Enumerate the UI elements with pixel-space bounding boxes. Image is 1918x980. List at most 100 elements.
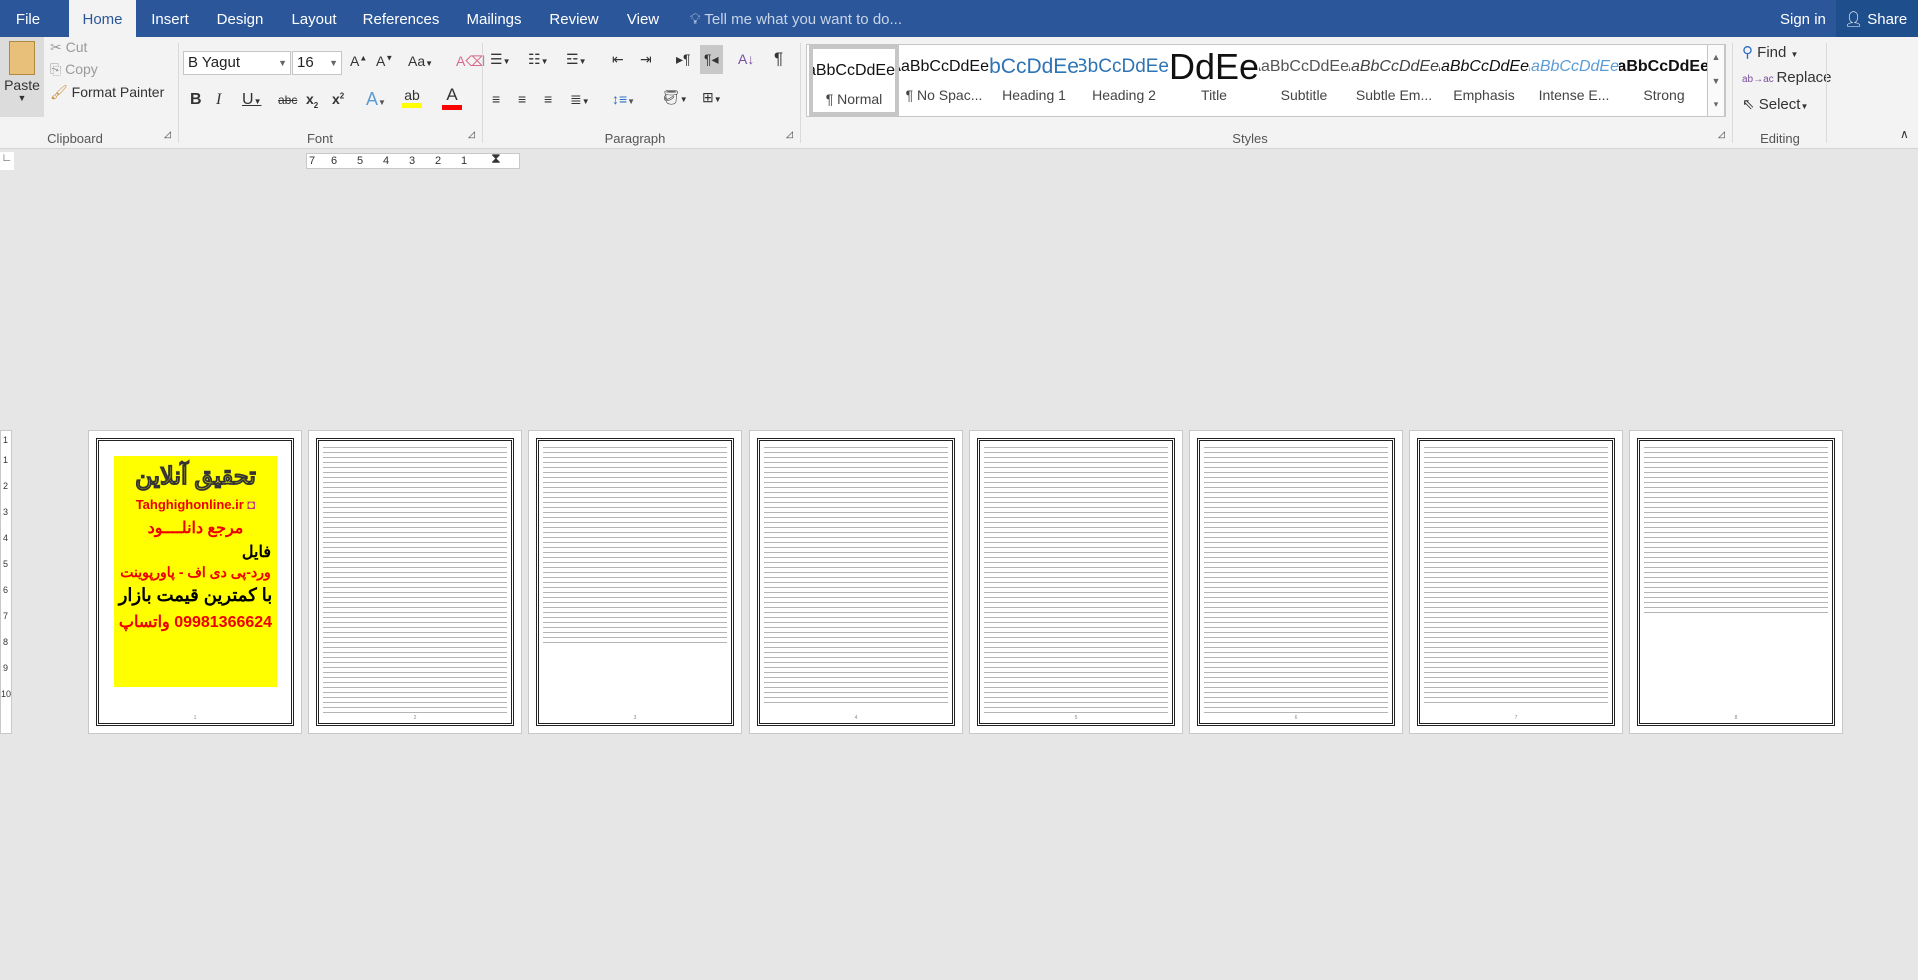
style-no-spacing[interactable]: AaBbCcDdEe ¶ No Spac... bbox=[899, 45, 989, 116]
font-dialog-launcher[interactable]: ◿ bbox=[468, 129, 475, 140]
sort-icon[interactable]: A↓ bbox=[738, 51, 754, 67]
select-button[interactable]: ⇖ Select▼ bbox=[1742, 95, 1808, 113]
page-text bbox=[1424, 447, 1608, 707]
numbering-icon[interactable]: ☷▼ bbox=[528, 51, 548, 68]
collapse-ribbon-icon[interactable]: ∧ bbox=[1900, 127, 1909, 141]
tab-design[interactable]: Design bbox=[212, 0, 268, 37]
more-styles-icon[interactable]: ▾ bbox=[1708, 93, 1724, 116]
vertical-ruler[interactable]: 1 1 2 3 4 5 6 7 8 9 10 bbox=[0, 430, 12, 734]
scroll-up-icon[interactable]: ▲ bbox=[1708, 45, 1724, 69]
shading-icon[interactable]: 🪣︎▼ bbox=[662, 89, 688, 106]
page-2[interactable]: 2 bbox=[308, 430, 522, 734]
page-6[interactable]: 6 bbox=[1189, 430, 1403, 734]
cover-advertisement: تحقیق آنلاین Tahghighonline.ir ◘ مرجع دا… bbox=[114, 456, 277, 687]
share-button[interactable]: 👤︎ Share bbox=[1836, 0, 1918, 37]
style-intense-emphasis[interactable]: AaBbCcDdEe Intense E... bbox=[1529, 45, 1619, 116]
bullets-icon[interactable]: ☰▼ bbox=[490, 51, 510, 68]
format-painter-button[interactable]: 🖌︎ Format Painter bbox=[50, 84, 164, 101]
font-color-icon[interactable]: A bbox=[442, 85, 462, 110]
page-text bbox=[543, 447, 727, 643]
instagram-icon: ◘ bbox=[247, 497, 256, 512]
styles-scrollbar[interactable]: ▲ ▼ ▾ bbox=[1707, 44, 1725, 117]
strikethrough-icon[interactable]: abc bbox=[278, 93, 297, 107]
person-icon: 👤︎ bbox=[1844, 11, 1864, 28]
superscript-icon[interactable]: x2 bbox=[332, 91, 344, 107]
ltr-icon[interactable]: ▸¶ bbox=[676, 51, 691, 68]
multilevel-list-icon[interactable]: ☲▼ bbox=[566, 51, 586, 68]
tab-layout[interactable]: Layout bbox=[288, 0, 340, 37]
italic-icon[interactable]: I bbox=[216, 91, 221, 109]
page-4[interactable]: 4 bbox=[749, 430, 963, 734]
divider bbox=[800, 43, 801, 143]
increase-indent-icon[interactable]: ⇥ bbox=[640, 51, 652, 68]
page-3[interactable]: 3 bbox=[528, 430, 742, 734]
style-heading-1[interactable]: AaBbCcDdEeHeading 1 bbox=[989, 45, 1079, 116]
page-text bbox=[323, 447, 507, 713]
tab-review[interactable]: Review bbox=[548, 0, 600, 37]
indent-marker[interactable]: ⧗ bbox=[491, 150, 501, 167]
style-emphasis[interactable]: AaBbCcDdEe Emphasis bbox=[1439, 45, 1529, 116]
cut-button[interactable]: ✂ Cut bbox=[50, 39, 87, 56]
style-strong[interactable]: AaBbCcDdEeStrong bbox=[1619, 45, 1709, 116]
clear-formatting-icon[interactable]: A⌫ bbox=[456, 53, 485, 70]
scissors-icon: ✂ bbox=[50, 39, 66, 55]
paintbrush-icon: 🖌︎ bbox=[50, 84, 72, 100]
horizontal-ruler[interactable]: 7 6 5 4 3 2 1 ⧗ bbox=[306, 150, 520, 169]
replace-icon: ab→ac bbox=[1742, 74, 1777, 85]
find-button[interactable]: ⚲ Find ▼ bbox=[1742, 43, 1798, 61]
style-subtitle[interactable]: AaBbCcDdEe Subtitle bbox=[1259, 45, 1349, 116]
tab-references[interactable]: References bbox=[360, 0, 442, 37]
subscript-icon[interactable]: x2 bbox=[306, 91, 318, 110]
tab-view[interactable]: View bbox=[622, 0, 664, 37]
editing-group-label: Editing bbox=[1760, 131, 1800, 146]
sign-in-link[interactable]: Sign in bbox=[1780, 0, 1826, 40]
tab-home[interactable]: Home bbox=[69, 0, 136, 37]
tab-stop-selector[interactable]: ∟ bbox=[0, 152, 14, 170]
style-normal[interactable]: AaBbCcDdEe¶ Normal bbox=[809, 45, 899, 116]
justify-icon[interactable]: ≣▼ bbox=[570, 91, 590, 108]
cursor-icon: ⇖ bbox=[1742, 96, 1759, 113]
title-tab-bar: File Home Insert Design Layout Reference… bbox=[0, 0, 1918, 37]
shrink-font-icon[interactable]: A▼ bbox=[376, 53, 393, 69]
page-8[interactable]: 8 bbox=[1629, 430, 1843, 734]
page-7[interactable]: 7 bbox=[1409, 430, 1623, 734]
rtl-icon[interactable]: ¶◂ bbox=[700, 45, 723, 74]
line-spacing-icon[interactable]: ↕≡▼ bbox=[612, 91, 635, 107]
decrease-indent-icon[interactable]: ⇤ bbox=[612, 51, 624, 68]
font-name-select[interactable]: B Yagut ▼ bbox=[183, 51, 291, 75]
highlight-icon[interactable]: ab bbox=[402, 87, 422, 108]
paragraph-dialog-launcher[interactable]: ◿ bbox=[786, 129, 793, 140]
tab-insert[interactable]: Insert bbox=[146, 0, 194, 37]
align-left-icon[interactable]: ≡ bbox=[492, 91, 500, 107]
clipboard-dialog-launcher[interactable]: ◿ bbox=[164, 129, 171, 140]
change-case-icon[interactable]: Aa▼ bbox=[408, 53, 433, 69]
tell-me-search[interactable]: 💡︎ Tell me what you want to do... bbox=[690, 0, 902, 37]
style-title[interactable]: AaBbCcDdEeTitle bbox=[1169, 45, 1259, 116]
bold-icon[interactable]: B bbox=[190, 91, 202, 109]
styles-dialog-launcher[interactable]: ◿ bbox=[1718, 129, 1725, 140]
align-right-icon[interactable]: ≡ bbox=[544, 91, 552, 107]
page-text bbox=[764, 447, 948, 703]
page-5[interactable]: 5 bbox=[969, 430, 1183, 734]
align-center-icon[interactable]: ≡ bbox=[518, 91, 526, 107]
tab-mailings[interactable]: Mailings bbox=[462, 0, 526, 37]
tab-file[interactable]: File bbox=[0, 0, 56, 37]
underline-icon[interactable]: U▼ bbox=[242, 91, 261, 109]
font-group-label: Font bbox=[306, 131, 333, 146]
borders-icon[interactable]: ⊞▼ bbox=[702, 89, 722, 106]
style-subtle-emphasis[interactable]: AaBbCcDdEe Subtle Em... bbox=[1349, 45, 1439, 116]
paste-button[interactable]: Paste ▼ bbox=[0, 37, 44, 117]
divider bbox=[1826, 43, 1827, 143]
styles-gallery: AaBbCcDdEe¶ Normal AaBbCcDdEe¶ No Spac..… bbox=[806, 44, 1726, 117]
replace-button[interactable]: ab→ac Replace bbox=[1742, 69, 1832, 86]
page-1[interactable]: تحقیق آنلاین Tahghighonline.ir ◘ مرجع دا… bbox=[88, 430, 302, 734]
scroll-down-icon[interactable]: ▼ bbox=[1708, 69, 1724, 93]
show-formatting-icon[interactable]: ¶ bbox=[774, 49, 783, 69]
copy-icon: ⎘ bbox=[50, 61, 66, 77]
copy-button[interactable]: ⎘ Copy bbox=[50, 61, 98, 78]
style-heading-2[interactable]: AaBbCcDdEeHeading 2 bbox=[1079, 45, 1169, 116]
grow-font-icon[interactable]: A▲ bbox=[350, 53, 367, 69]
font-size-select[interactable]: 16 ▼ bbox=[292, 51, 342, 75]
page-text bbox=[984, 447, 1168, 713]
text-effects-icon[interactable]: A▼ bbox=[366, 89, 386, 110]
